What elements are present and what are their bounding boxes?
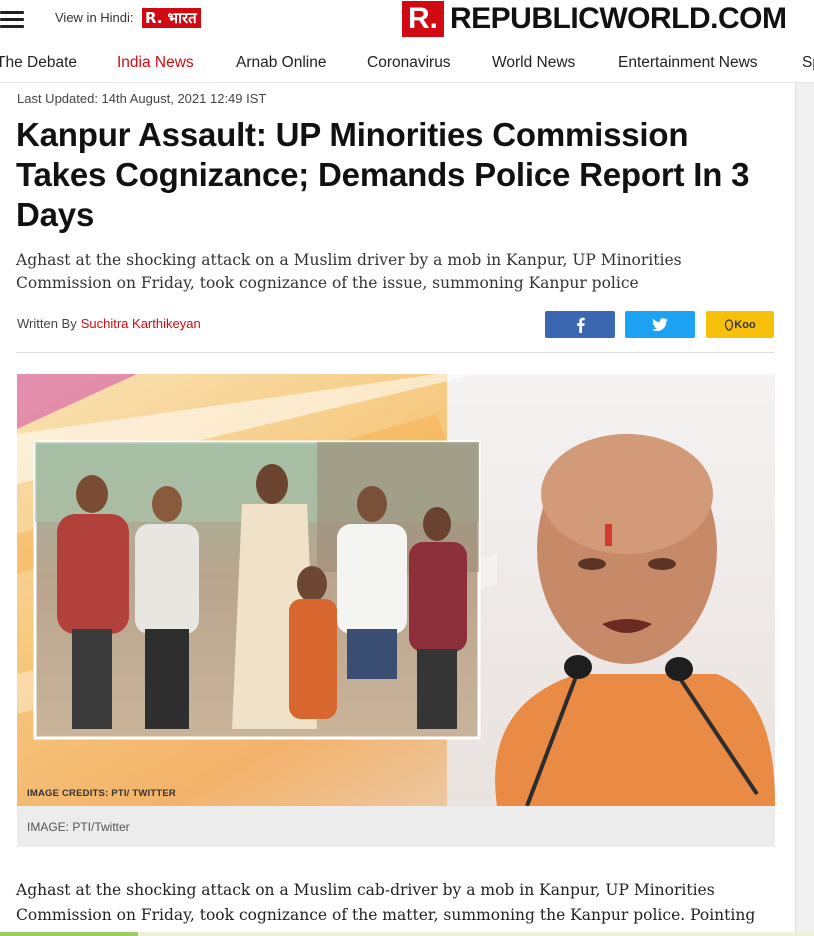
site-logo[interactable]: R. REPUBLICWORLD.COM xyxy=(402,1,787,37)
koo-label: Koo xyxy=(734,318,756,331)
reading-progress-bar xyxy=(0,932,814,936)
last-updated: Last Updated: 14th August, 2021 12:49 IS… xyxy=(17,91,267,106)
share-facebook-button[interactable] xyxy=(545,311,615,338)
byline: Written By Suchitra Karthikeyan xyxy=(17,316,201,331)
image-caption-bar: IMAGE: PTI/Twitter xyxy=(17,806,775,847)
koo-bird-icon xyxy=(725,318,734,331)
hindi-logo-text: भारत xyxy=(165,8,201,28)
nav-item-arnab-online[interactable]: Arnab Online xyxy=(236,54,326,72)
header-divider xyxy=(16,352,774,353)
nav-item-sports[interactable]: Sp xyxy=(802,54,814,72)
nav-item-entertainment-news[interactable]: Entertainment News xyxy=(618,54,758,72)
hindi-logo-r: R. xyxy=(142,8,166,28)
sidebar-edge xyxy=(795,83,814,936)
article-body-paragraph: Aghast at the shocking attack on a Musli… xyxy=(16,881,756,924)
facebook-icon xyxy=(577,317,585,333)
nav-item-world-news[interactable]: World News xyxy=(492,54,575,72)
written-by-label: Written By xyxy=(17,316,77,331)
article-summary: Aghast at the shocking attack on a Musli… xyxy=(16,251,682,292)
logo-wordmark: REPUBLICWORLD.COM xyxy=(450,2,787,35)
hindi-site-link[interactable]: R. भारत xyxy=(142,8,201,28)
image-overlay-credit: IMAGE CREDITS: PTI/ TWITTER xyxy=(27,788,176,799)
top-bar: View in Hindi: R. भारत R. REPUBLICWORLD.… xyxy=(0,0,814,44)
article-hero-image: IMAGE CREDITS: PTI/ TWITTER xyxy=(17,374,775,806)
main-nav: The Debate India News Arnab Online Coron… xyxy=(0,44,814,83)
nav-item-the-debate[interactable]: The Debate xyxy=(0,54,77,72)
article-headline: Kanpur Assault: UP Minorities Commission… xyxy=(16,116,750,233)
share-koo-button[interactable]: Koo xyxy=(706,311,774,338)
image-caption: IMAGE: PTI/Twitter xyxy=(27,820,130,834)
hero-image-artwork xyxy=(17,374,775,806)
author-link[interactable]: Suchitra Karthikeyan xyxy=(81,316,201,331)
view-in-hindi-label: View in Hindi: xyxy=(55,10,134,25)
logo-r-mark: R. xyxy=(402,1,444,37)
hamburger-menu-icon[interactable] xyxy=(0,11,24,29)
twitter-icon xyxy=(652,317,668,331)
share-twitter-button[interactable] xyxy=(625,311,695,338)
nav-item-india-news[interactable]: India News xyxy=(117,54,194,72)
nav-item-coronavirus[interactable]: Coronavirus xyxy=(367,54,451,72)
reading-progress-fill xyxy=(0,932,139,936)
